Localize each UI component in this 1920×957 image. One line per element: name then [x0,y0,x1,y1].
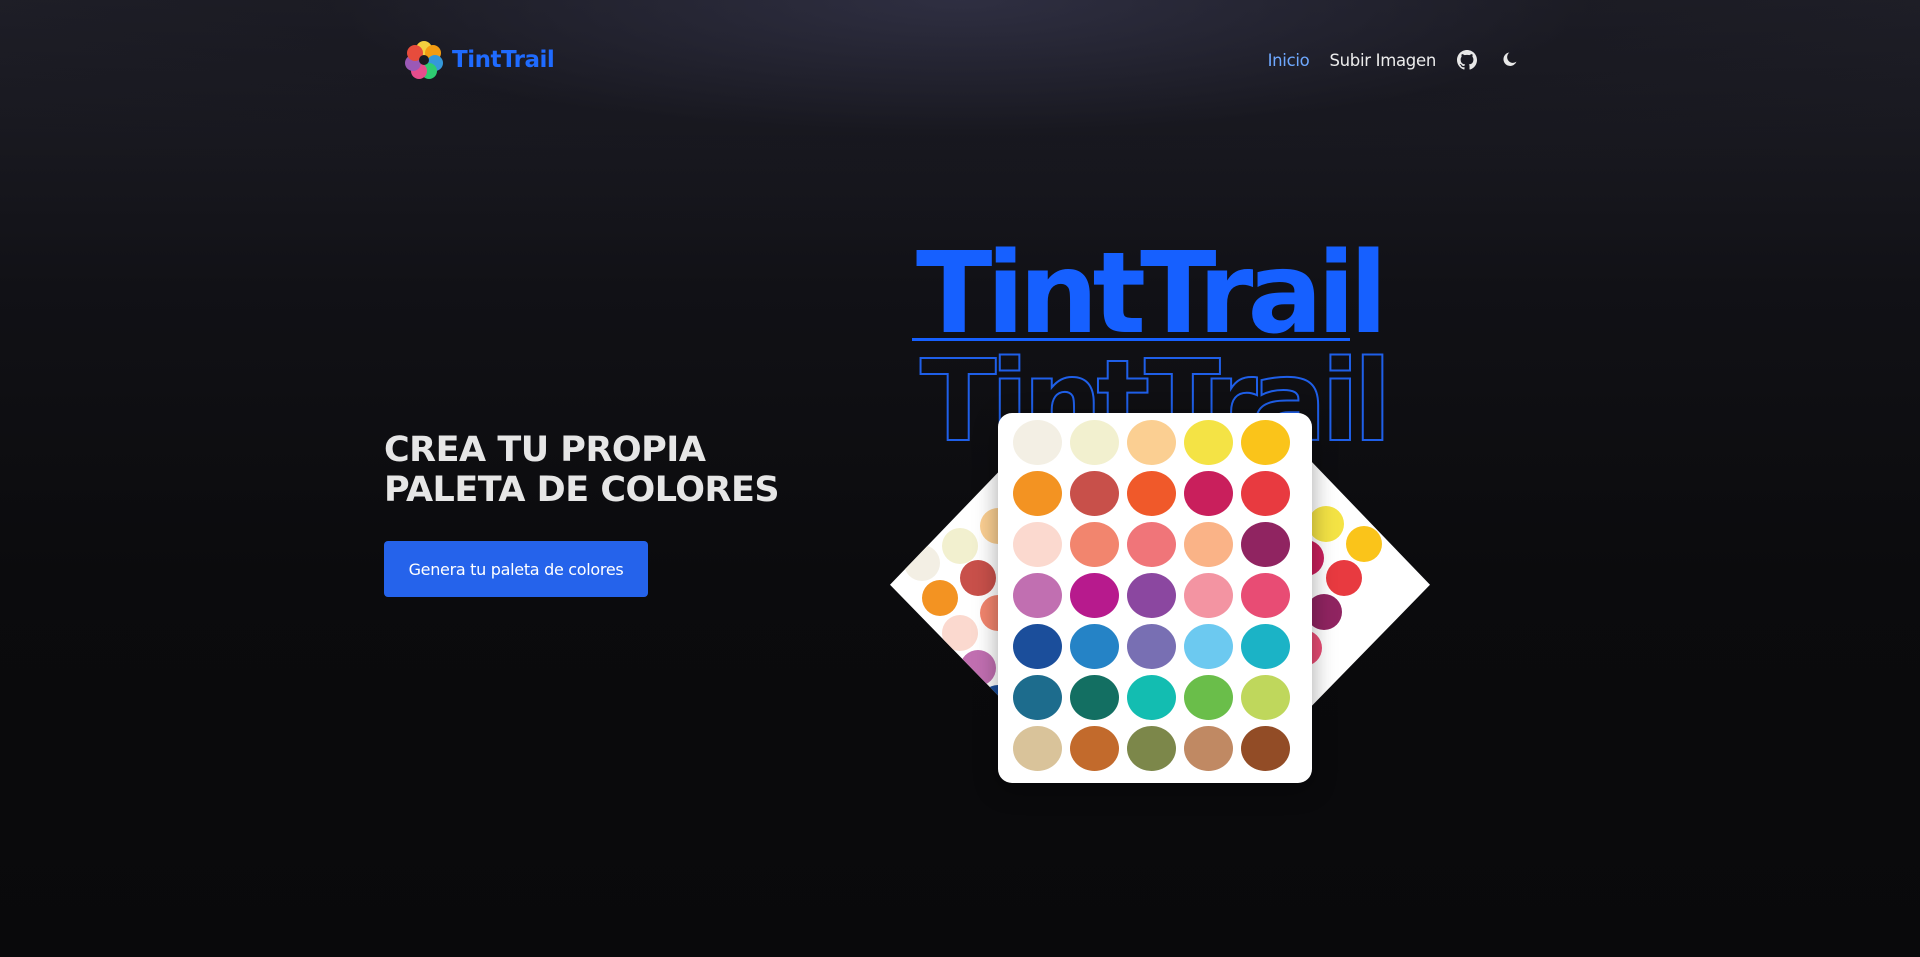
swatch-dot [960,650,996,686]
color-swatch[interactable] [1184,522,1233,567]
color-swatch[interactable] [1241,726,1290,771]
generate-palette-button[interactable]: Genera tu paleta de colores [384,541,648,597]
brand-link[interactable]: TintTrail [404,40,555,80]
color-swatch[interactable] [1070,573,1119,618]
moon-icon[interactable] [1498,49,1520,71]
color-swatch[interactable] [1184,624,1233,669]
color-swatch[interactable] [1241,420,1290,465]
color-swatch[interactable] [1013,675,1062,720]
color-swatch[interactable] [1127,726,1176,771]
color-swatch[interactable] [1070,726,1119,771]
hero-title-line-2: PALETA DE COLORES [384,470,780,510]
color-swatch[interactable] [1241,624,1290,669]
color-swatch[interactable] [1013,726,1062,771]
color-swatch[interactable] [1184,726,1233,771]
swatch-dot [922,580,958,616]
navbar: TintTrail Inicio Subir Imagen [384,30,1520,90]
color-swatch[interactable] [1013,624,1062,669]
swatch-dot [942,528,978,564]
hero-title: CREA TU PROPIA PALETA DE COLORES [384,430,844,510]
color-swatch[interactable] [1127,624,1176,669]
color-swatch[interactable] [1070,471,1119,516]
color-swatch[interactable] [1184,471,1233,516]
swatch-grid [1013,420,1290,773]
color-swatch[interactable] [1013,471,1062,516]
color-swatch[interactable] [1013,573,1062,618]
swatch-dot [1308,506,1344,542]
color-swatch[interactable] [1070,420,1119,465]
color-swatch[interactable] [1241,675,1290,720]
swatch-dot [960,560,996,596]
nav-link-inicio[interactable]: Inicio [1268,51,1310,70]
swatch-dot [942,615,978,651]
color-swatch[interactable] [1127,675,1176,720]
brand-name: TintTrail [452,47,555,73]
color-swatch[interactable] [1184,420,1233,465]
color-swatch[interactable] [1070,675,1119,720]
hero-illustration: TintTrail TintTrail [860,220,1460,800]
color-swatch[interactable] [1127,420,1176,465]
page: TintTrail Inicio Subir Imagen CREA TU PR… [0,0,1920,957]
hero-title-line-1: CREA TU PROPIA [384,430,706,470]
flower-palette-logo-icon [405,41,443,79]
swatch-dot [1326,560,1362,596]
color-swatch[interactable] [1070,624,1119,669]
color-swatch[interactable] [1013,522,1062,567]
swatch-dot [904,545,940,581]
color-swatch[interactable] [1184,675,1233,720]
palette-card-front [998,413,1312,783]
color-swatch[interactable] [1241,522,1290,567]
nav-link-subir-imagen[interactable]: Subir Imagen [1329,51,1436,70]
nav-links: Inicio Subir Imagen [1248,44,1520,76]
color-swatch[interactable] [1127,573,1176,618]
color-swatch[interactable] [1070,522,1119,567]
color-swatch[interactable] [1013,420,1062,465]
swatch-dot [1346,526,1382,562]
github-icon[interactable] [1456,49,1478,71]
color-swatch[interactable] [1184,573,1233,618]
color-swatch[interactable] [1127,522,1176,567]
color-swatch[interactable] [1127,471,1176,516]
color-swatch[interactable] [1241,573,1290,618]
color-swatch[interactable] [1241,471,1290,516]
